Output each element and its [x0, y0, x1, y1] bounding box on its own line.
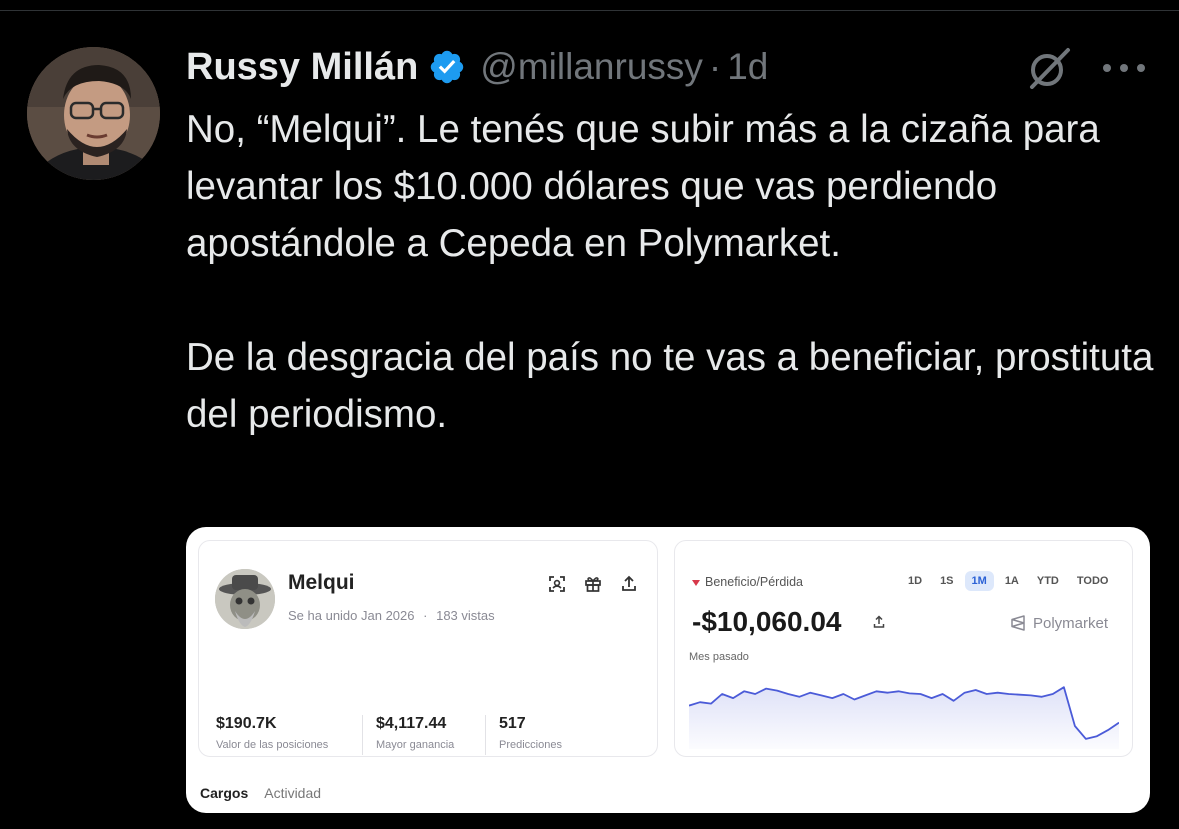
- stat-biggest-win: $4,117.44 Mayor ganancia: [376, 715, 454, 751]
- profile-actions: [547, 574, 639, 596]
- tweet-time[interactable]: 1d: [727, 46, 768, 88]
- share-icon[interactable]: [619, 574, 639, 594]
- more-options-icon[interactable]: [1101, 58, 1147, 78]
- stat-label: Valor de las posiciones: [216, 739, 329, 751]
- stat-value: $190.7K: [216, 715, 277, 732]
- top-divider: [0, 10, 1179, 11]
- paragraph-spacer: [186, 272, 1166, 329]
- scan-icon[interactable]: [547, 574, 567, 594]
- stat-label: Mayor ganancia: [376, 739, 455, 751]
- polymarket-logo-icon: [1011, 615, 1025, 631]
- tab-actividad[interactable]: Actividad: [264, 785, 321, 801]
- period-label: Mes pasado: [689, 651, 749, 663]
- grok-icon[interactable]: [1024, 47, 1072, 89]
- joined-date: Se ha unido Jan 2026: [288, 608, 415, 623]
- pnl-trend-chart: [689, 686, 1119, 749]
- tweet-header: Russy Millán @millanrussy · 1d: [186, 42, 768, 92]
- verified-badge-icon: [431, 50, 464, 84]
- share-icon[interactable]: [872, 615, 886, 629]
- range-1s[interactable]: 1S: [933, 571, 960, 591]
- polymarket-brand: Polymarket: [1033, 615, 1109, 632]
- stat-positions-value: $190.7K Valor de las posiciones: [216, 715, 328, 751]
- pnl-card: Beneficio/Pérdida 1D 1S 1M 1A YTD TODO -…: [674, 540, 1133, 757]
- range-todo[interactable]: TODO: [1070, 571, 1116, 591]
- stat-value: $4,117.44: [376, 715, 447, 732]
- pnl-value: -$10,060.04: [692, 606, 842, 637]
- author-name[interactable]: Russy Millán: [186, 46, 418, 89]
- stat-predictions: 517 Predicciones: [499, 715, 562, 751]
- tweet-media-image[interactable]: Melqui Se ha unido Jan 2026 · 183 vistas: [186, 527, 1150, 813]
- stat-value: 517: [499, 715, 526, 732]
- stat-label: Predicciones: [499, 739, 562, 751]
- tweet-paragraph: De la desgracia del país no te vas a ben…: [186, 336, 1154, 436]
- loss-indicator-icon: [692, 580, 700, 586]
- views-count: 183 vistas: [436, 608, 495, 623]
- range-1d[interactable]: 1D: [901, 571, 929, 591]
- pnl-label: Beneficio/Pérdida: [705, 575, 803, 589]
- tweet-paragraph: No, “Melqui”. Le tenés que subir más a l…: [186, 108, 1100, 265]
- stat-divider: [485, 715, 486, 755]
- gift-icon[interactable]: [583, 574, 603, 594]
- range-1a[interactable]: 1A: [998, 571, 1026, 591]
- profile-meta: Se ha unido Jan 2026 · 183 vistas: [288, 608, 495, 623]
- author-handle[interactable]: @millanrussy: [480, 46, 703, 88]
- tab-cargos[interactable]: Cargos: [200, 785, 248, 801]
- range-1m[interactable]: 1M: [964, 571, 994, 591]
- author-avatar[interactable]: [27, 47, 160, 180]
- pnl-area: [689, 687, 1119, 749]
- tweet-text: No, “Melqui”. Le tenés que subir más a l…: [186, 101, 1166, 443]
- profile-card: Melqui Se ha unido Jan 2026 · 183 vistas: [198, 540, 658, 757]
- range-ytd[interactable]: YTD: [1030, 571, 1066, 591]
- melqui-avatar: [215, 569, 275, 629]
- profile-tabs: Cargos Actividad: [200, 785, 321, 801]
- stat-divider: [362, 715, 363, 755]
- header-separator: ·: [708, 46, 722, 87]
- profile-name: Melqui: [288, 571, 355, 594]
- meta-separator: ·: [423, 608, 428, 623]
- range-selector: 1D 1S 1M 1A YTD TODO: [901, 571, 1115, 591]
